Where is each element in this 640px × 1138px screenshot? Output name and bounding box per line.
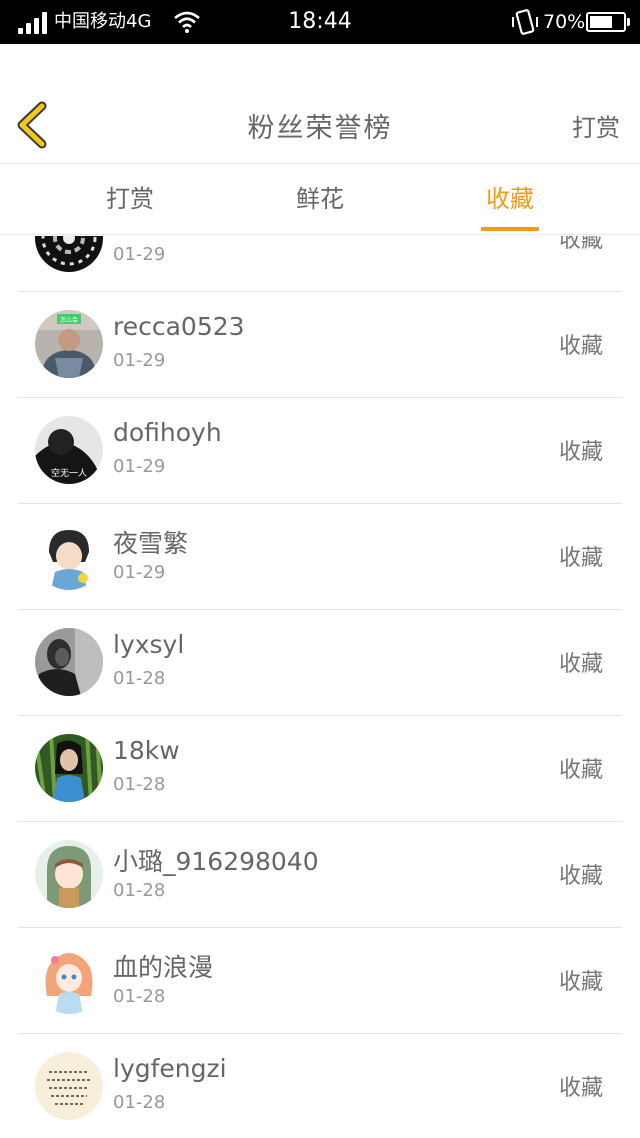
list-date: 01-28 xyxy=(113,880,166,901)
list-date: 01-28 xyxy=(113,668,166,689)
tab-bar: 打赏 鲜花 收藏 xyxy=(0,165,640,235)
user-name: 小璐_916298040 xyxy=(113,847,319,876)
avatar: 怎么会 xyxy=(35,310,103,378)
battery-icon xyxy=(586,12,630,32)
tab-favorites-label: 收藏 xyxy=(486,185,534,213)
list-date: 01-29 xyxy=(113,562,166,583)
list-item[interactable]: 夜雪繁 01-29 收藏 xyxy=(18,504,622,610)
avatar xyxy=(35,946,103,1014)
tab-flowers[interactable]: 鲜花 xyxy=(270,165,370,235)
user-name: recca0523 xyxy=(113,312,245,341)
list-date: 01-29 xyxy=(113,456,166,477)
favorite-label: 收藏 xyxy=(558,652,603,677)
list-item[interactable]: 血的浪漫 01-28 收藏 xyxy=(18,928,622,1034)
list-date: 01-29 xyxy=(113,244,166,265)
favorite-label: 收藏 xyxy=(558,1076,603,1101)
svg-text:空无一人: 空无一人 xyxy=(51,467,87,479)
list-item[interactable]: lyxsyl 01-28 收藏 xyxy=(18,610,622,716)
user-name: lyxsyl xyxy=(113,630,185,659)
vibrate-icon xyxy=(512,9,538,35)
avatar xyxy=(35,1052,103,1120)
list-date: 01-29 xyxy=(113,350,166,371)
user-name: 血的浪漫 xyxy=(113,953,214,982)
svg-text:怎么会: 怎么会 xyxy=(60,316,78,324)
avatar xyxy=(35,628,103,696)
list-date: 01-28 xyxy=(113,774,166,795)
favorite-label: 收藏 xyxy=(558,758,603,783)
battery-percent: 70% xyxy=(543,11,586,33)
page-title: 粉丝荣誉榜 xyxy=(247,113,393,144)
list-item[interactable]: 怎么会 recca0523 01-29 收藏 xyxy=(18,292,622,398)
favorite-label: 收藏 xyxy=(558,334,603,359)
avatar xyxy=(35,840,103,908)
list-date: 01-28 xyxy=(113,1092,166,1113)
fan-list[interactable]: 01-29 收藏 怎么会 recca0523 01-29 收藏 空无一人 dof… xyxy=(0,236,640,1138)
nav-bar: 粉丝荣誉榜 打赏 xyxy=(0,44,640,164)
favorite-label: 收藏 xyxy=(558,440,603,465)
list-item[interactable]: 小璐_916298040 01-28 收藏 xyxy=(18,822,622,928)
list-item[interactable]: lygfengzi 01-28 收藏 xyxy=(18,1034,622,1138)
user-name: 夜雪繁 xyxy=(113,529,189,558)
user-name: dofihoyh xyxy=(113,418,222,447)
favorite-label: 收藏 xyxy=(558,864,603,889)
user-name: lygfengzi xyxy=(113,1054,227,1083)
user-name: 18kw xyxy=(113,736,180,765)
tab-favorites[interactable]: 收藏 xyxy=(460,165,560,235)
status-bar: 中国移动4G 18:44 70% xyxy=(0,0,640,44)
tab-active-indicator xyxy=(481,227,539,231)
favorite-label: 收藏 xyxy=(558,236,603,253)
avatar xyxy=(35,734,103,802)
list-item[interactable]: 18kw 01-28 收藏 xyxy=(18,716,622,822)
avatar: 空无一人 xyxy=(35,416,103,484)
tab-reward[interactable]: 打赏 xyxy=(80,165,180,235)
avatar xyxy=(35,236,103,272)
reward-button[interactable]: 打赏 xyxy=(572,108,620,143)
favorite-label: 收藏 xyxy=(558,546,603,571)
list-item[interactable]: 01-29 收藏 xyxy=(18,236,622,292)
list-date: 01-28 xyxy=(113,986,166,1007)
list-item[interactable]: 空无一人 dofihoyh 01-29 收藏 xyxy=(18,398,622,504)
avatar xyxy=(35,522,103,590)
favorite-label: 收藏 xyxy=(558,970,603,995)
